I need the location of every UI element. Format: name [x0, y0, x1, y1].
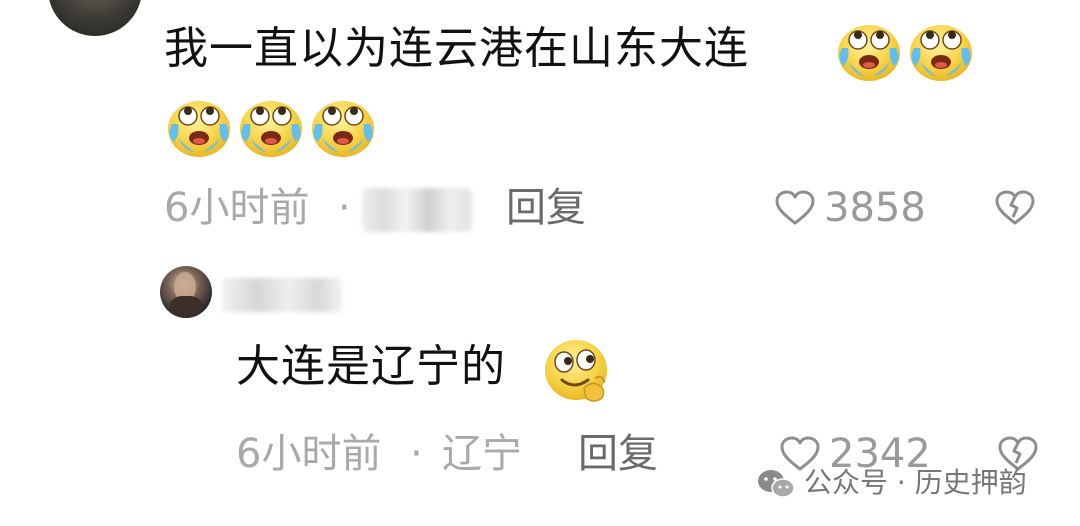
- blurred-location: [362, 188, 472, 232]
- broken-heart-icon[interactable]: [995, 190, 1035, 226]
- comment-time: 6小时前: [164, 185, 310, 231]
- meta-separator: ·: [410, 431, 423, 477]
- laugh-cry-emoji-icon: [308, 94, 378, 160]
- laugh-cry-emoji-icon: [906, 18, 976, 84]
- reply-time: 6小时前: [236, 431, 382, 477]
- laugh-cry-emoji-icon: [236, 94, 306, 160]
- replier-avatar[interactable]: [160, 266, 212, 318]
- heart-outline-icon[interactable]: [775, 190, 815, 226]
- watermark-text: 公众号 · 历史押韵: [804, 466, 1027, 499]
- smirk-emoji-icon: [540, 336, 614, 406]
- meta-separator: ·: [338, 185, 351, 231]
- laugh-cry-emoji-icon: [834, 18, 904, 84]
- blurred-replier-name[interactable]: [222, 278, 342, 312]
- reply-button[interactable]: 回复: [506, 184, 586, 232]
- laugh-cry-emoji-icon: [164, 94, 234, 160]
- wechat-icon: [758, 470, 795, 498]
- reply-location: 辽宁: [442, 431, 522, 477]
- comment-text: 我一直以为连云港在山东大连: [164, 23, 749, 74]
- like-count: 3858: [824, 185, 926, 231]
- reply-button[interactable]: 回复: [578, 430, 658, 478]
- reply-text: 大连是辽宁的: [236, 341, 506, 392]
- commenter-avatar[interactable]: [48, 0, 142, 36]
